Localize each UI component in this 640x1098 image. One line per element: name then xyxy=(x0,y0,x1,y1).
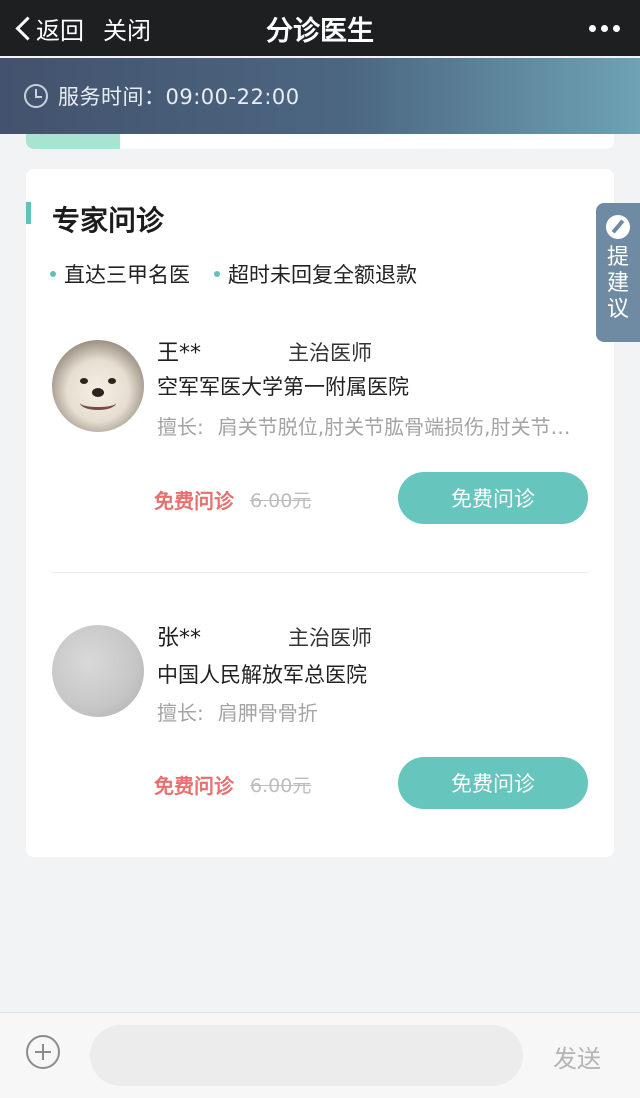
doctor-avatar xyxy=(52,625,144,717)
service-time-banner: 服务时间：09:00-22:00 xyxy=(0,58,640,134)
clock-icon xyxy=(24,84,48,108)
progress-bar-fill xyxy=(26,134,121,149)
doctor-specialty: 擅长: 肩胛骨骨折 xyxy=(157,697,587,726)
message-input-bar: 发送 xyxy=(0,1012,640,1098)
page-title: 分诊医生 xyxy=(266,15,374,47)
free-consult-button[interactable]: 免费问诊 xyxy=(398,757,588,809)
specialty-label: 擅长: xyxy=(157,701,204,725)
doctor-title: 主治医师 xyxy=(288,626,372,650)
free-price-label: 免费问诊 xyxy=(154,489,234,513)
more-menu-button[interactable] xyxy=(589,0,620,56)
doctor-name: 张** xyxy=(157,626,202,651)
original-price: 6.00元 xyxy=(250,490,312,512)
more-dot-icon xyxy=(601,24,608,32)
expert-consult-card: 专家问诊 直达三甲名医 超时未回复全额退款 王** 主治医师 空军军医大学第一附… xyxy=(26,169,614,857)
suggestion-label: 提建议 xyxy=(606,245,629,322)
divider xyxy=(52,572,588,573)
doctor-hospital: 中国人民解放军总医院 xyxy=(157,663,367,687)
back-button[interactable]: 返回 xyxy=(12,0,84,56)
free-price-label: 免费问诊 xyxy=(154,774,234,798)
original-price: 6.00元 xyxy=(250,775,312,797)
nav-bar: 返回 关闭 分诊医生 xyxy=(0,0,640,56)
chevron-left-icon xyxy=(12,13,34,43)
back-label: 返回 xyxy=(36,16,84,45)
close-button[interactable]: 关闭 xyxy=(103,0,151,56)
previous-card xyxy=(26,134,614,149)
more-dot-icon xyxy=(589,24,596,32)
message-input[interactable] xyxy=(90,1025,523,1086)
doctor-list-item[interactable]: 张** 主治医师 中国人民解放军总医院 擅长: 肩胛骨骨折 免费问诊 6.00元 … xyxy=(26,169,614,809)
specialty-value: 肩胛骨骨折 xyxy=(217,701,318,725)
service-time-text: 服务时间：09:00-22:00 xyxy=(58,85,300,109)
pencil-icon xyxy=(606,215,630,239)
suggestion-tab[interactable]: 提建议 xyxy=(596,203,640,342)
free-consult-button[interactable]: 免费问诊 xyxy=(398,472,588,524)
more-dot-icon xyxy=(613,24,620,32)
add-attachment-button[interactable] xyxy=(26,1035,60,1069)
send-button[interactable]: 发送 xyxy=(553,1039,601,1074)
